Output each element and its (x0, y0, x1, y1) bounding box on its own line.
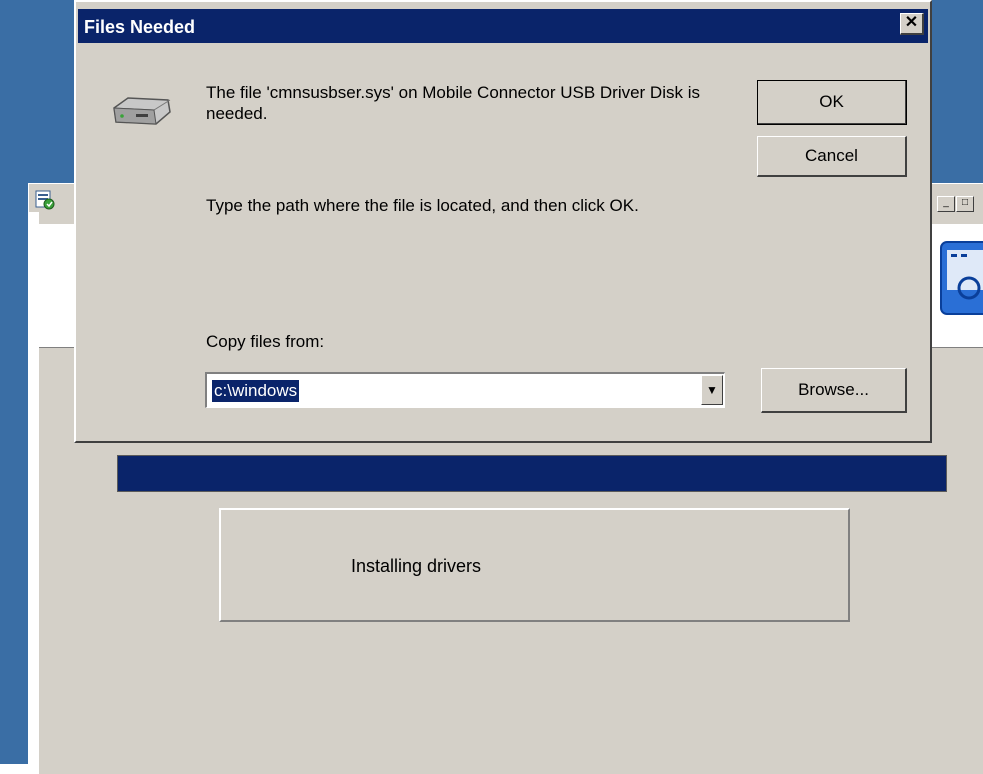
status-text: Installing drivers (351, 556, 482, 576)
dropdown-arrow-icon[interactable]: ▼ (701, 375, 723, 405)
cancel-button[interactable]: Cancel (757, 136, 907, 177)
minimize-button[interactable]: _ (937, 196, 955, 212)
app-logo-icon (940, 241, 983, 315)
disk-drive-icon (113, 97, 171, 125)
instruction-message: Type the path where the file is located,… (206, 196, 639, 215)
close-button[interactable]: ✕ (900, 13, 924, 35)
copy-files-input[interactable]: c:\windows (212, 380, 300, 402)
dialog-title: Files Needed (84, 17, 196, 37)
file-needed-message: The file 'cmnsusbser.sys' on Mobile Conn… (206, 83, 700, 123)
dialog-titlebar[interactable]: Files Needed ✕ (78, 9, 928, 43)
window-edge (29, 212, 39, 774)
progress-bar (117, 455, 947, 492)
maximize-button[interactable]: □ (956, 196, 974, 212)
ok-button[interactable]: OK (757, 80, 907, 125)
files-needed-dialog: Files Needed ✕ The file 'cmnsusbser.sys'… (74, 0, 932, 443)
copy-files-combobox[interactable]: c:\windows ▼ (205, 372, 725, 408)
copy-files-label: Copy files from: (206, 332, 325, 351)
browse-button[interactable]: Browse... (761, 368, 907, 413)
installer-icon (35, 190, 55, 210)
status-panel: Installing drivers (219, 508, 850, 622)
